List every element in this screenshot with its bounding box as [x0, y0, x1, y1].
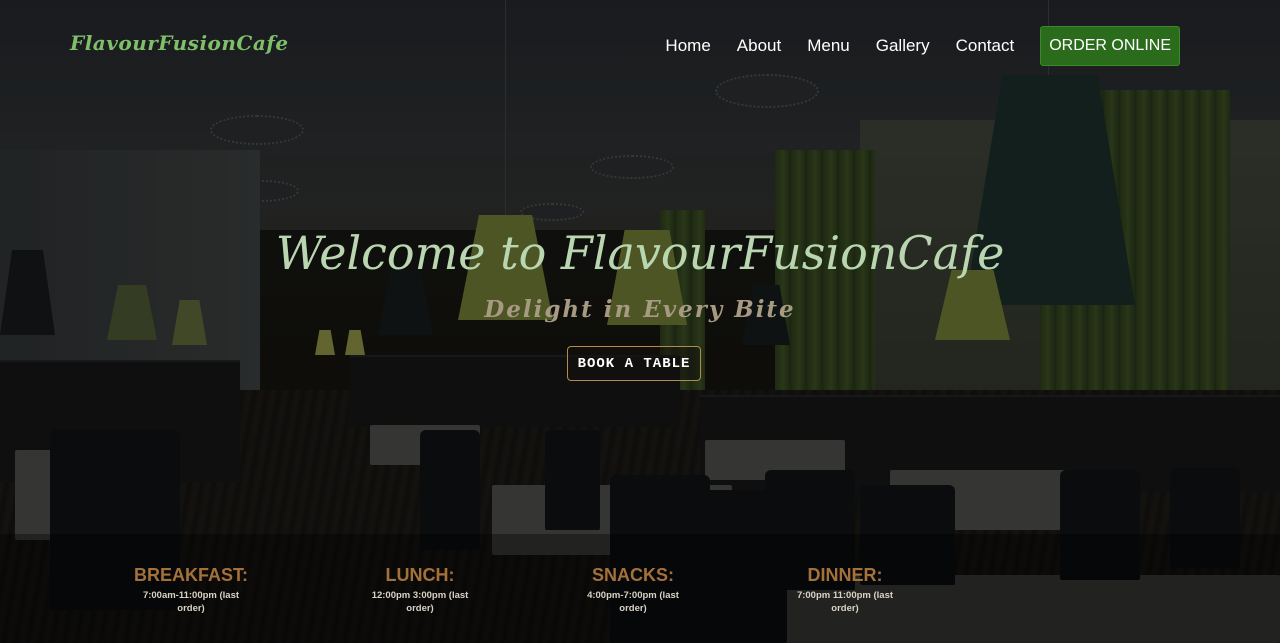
- nav-link-gallery[interactable]: Gallery: [876, 36, 930, 56]
- meal-label: LUNCH:: [385, 565, 455, 585]
- nav-link-about[interactable]: About: [737, 36, 781, 56]
- meal-breakfast: BREAKFAST: 7:00am-11:00pm (last order): [116, 565, 266, 615]
- meal-dinner: DINNER: 7:00pm 11:00pm (last order): [770, 565, 920, 615]
- meal-lunch: LUNCH: 12:00pm 3:00pm (last order): [345, 565, 495, 615]
- meal-label: DINNER:: [807, 565, 883, 585]
- site-logo[interactable]: FlavourFusionCafe: [70, 31, 289, 55]
- meal-time: 7:00am-11:00pm (last order): [142, 590, 240, 614]
- opening-hours: BREAKFAST: 7:00am-11:00pm (last order) L…: [0, 565, 1280, 625]
- main-nav: Home About Menu Gallery Contact ORDER ON…: [639, 26, 1180, 66]
- meal-label: BREAKFAST:: [133, 565, 248, 585]
- meal-time: 12:00pm 3:00pm (last order): [371, 590, 469, 614]
- order-online-button[interactable]: ORDER ONLINE: [1040, 26, 1180, 66]
- meal-snacks: SNACKS: 4:00pm-7:00pm (last order): [558, 565, 708, 615]
- meal-label: SNACKS:: [591, 565, 674, 585]
- meal-time: 7:00pm 11:00pm (last order): [796, 590, 894, 614]
- nav-link-contact[interactable]: Contact: [956, 36, 1015, 56]
- nav-link-home[interactable]: Home: [665, 36, 710, 56]
- nav-link-menu[interactable]: Menu: [807, 36, 850, 56]
- meal-time: 4:00pm-7:00pm (last order): [587, 590, 679, 614]
- welcome-heading: Welcome to FlavourFusionCafe: [275, 226, 1005, 280]
- book-table-button[interactable]: BOOK A TABLE: [567, 346, 701, 381]
- tagline: Delight in Every Bite: [484, 296, 796, 323]
- hero-section: FlavourFusionCafe Home About Menu Galler…: [0, 0, 1280, 643]
